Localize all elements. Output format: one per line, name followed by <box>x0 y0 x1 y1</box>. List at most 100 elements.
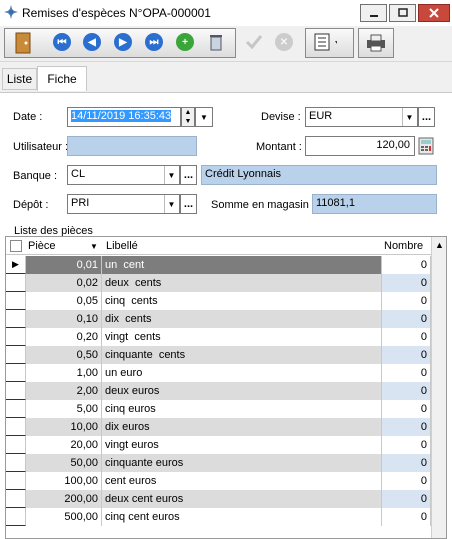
select-all-checkbox[interactable] <box>10 237 22 255</box>
grid-header: Pièce ▼ Libellé Nombre <box>6 237 446 255</box>
cell-nombre[interactable]: 0 <box>382 454 431 472</box>
cell-libelle: un cent <box>102 256 382 274</box>
cell-piece: 200,00 <box>26 490 102 508</box>
row-indicator[interactable] <box>6 274 26 292</box>
row-indicator[interactable] <box>6 364 26 382</box>
cell-piece: 0,20 <box>26 328 102 346</box>
cell-nombre[interactable]: 0 <box>382 346 431 364</box>
table-row[interactable]: 20,00 vingt euros 0 <box>6 436 431 454</box>
cell-nombre[interactable]: 0 <box>382 256 431 274</box>
row-indicator-icon[interactable]: ▶ <box>6 256 26 274</box>
cell-nombre[interactable]: 0 <box>382 472 431 490</box>
row-indicator[interactable] <box>6 472 26 490</box>
maximize-button[interactable] <box>389 4 416 22</box>
table-row[interactable]: 0,10 dix cents 0 <box>6 310 431 328</box>
tab-liste[interactable]: Liste <box>2 68 37 90</box>
utilisateur-field[interactable] <box>67 136 197 156</box>
cell-nombre[interactable]: 0 <box>382 364 431 382</box>
first-icon[interactable]: ⏮ <box>50 30 74 54</box>
devise-dropdown-icon[interactable]: ▼ <box>402 108 416 126</box>
banque-value: CL <box>71 168 86 180</box>
row-indicator[interactable] <box>6 400 26 418</box>
cell-nombre[interactable]: 0 <box>382 436 431 454</box>
minimize-button[interactable] <box>360 4 387 22</box>
row-indicator[interactable] <box>6 292 26 310</box>
column-header-piece[interactable]: Pièce <box>28 237 88 255</box>
depot-label: Dépôt : <box>13 199 49 211</box>
banque-lookup-button[interactable]: ... <box>180 165 197 185</box>
row-indicator[interactable] <box>6 508 26 526</box>
banque-dropdown-icon[interactable]: ▼ <box>164 166 178 184</box>
row-indicator[interactable] <box>6 382 26 400</box>
toolbar: ⏮ ◀ ▶ ⏭ + ✕ <box>0 26 452 62</box>
devise-lookup-button[interactable]: ... <box>418 107 435 127</box>
scroll-up-icon[interactable]: ▲ <box>435 240 444 250</box>
cell-nombre[interactable]: 0 <box>382 418 431 436</box>
table-row[interactable]: 0,20 vingt cents 0 <box>6 328 431 346</box>
cell-nombre[interactable]: 0 <box>382 310 431 328</box>
table-row[interactable]: 100,00 cent euros 0 <box>6 472 431 490</box>
table-row[interactable]: 1,00 un euro 0 <box>6 364 431 382</box>
app-icon <box>4 5 18 19</box>
row-indicator[interactable] <box>6 346 26 364</box>
add-icon[interactable]: + <box>173 30 197 54</box>
depot-lookup-button[interactable]: ... <box>180 194 197 214</box>
column-header-nombre[interactable]: Nombre <box>384 237 429 255</box>
table-row[interactable]: 0,02 deux cents 0 <box>6 274 431 292</box>
grid-scrollbar[interactable]: ▲ <box>431 237 446 538</box>
prev-icon[interactable]: ◀ <box>80 30 104 54</box>
cancel-icon[interactable]: ✕ <box>272 30 296 54</box>
cell-nombre[interactable]: 0 <box>382 508 431 526</box>
depot-dropdown-icon[interactable]: ▼ <box>164 195 178 213</box>
table-row[interactable]: ▶ 0,01 un cent 0 <box>6 256 431 274</box>
cell-nombre[interactable]: 0 <box>382 328 431 346</box>
row-indicator[interactable] <box>6 418 26 436</box>
calculator-icon[interactable] <box>417 137 435 155</box>
date-dropdown-button[interactable]: ▼ <box>195 107 213 127</box>
table-row[interactable]: 10,00 dix euros 0 <box>6 418 431 436</box>
montant-field[interactable]: 120,00 <box>305 136 415 156</box>
row-indicator[interactable] <box>6 310 26 328</box>
cell-nombre[interactable]: 0 <box>382 382 431 400</box>
door-icon[interactable] <box>11 31 35 55</box>
cell-nombre[interactable]: 0 <box>382 274 431 292</box>
date-spinner[interactable]: ▲ ▼ <box>181 107 195 127</box>
cell-nombre[interactable]: 0 <box>382 292 431 310</box>
cell-piece: 0,01 <box>26 256 102 274</box>
table-row[interactable]: 0,50 cinquante cents 0 <box>6 346 431 364</box>
devise-value: EUR <box>309 110 333 122</box>
cell-nombre[interactable]: 0 <box>382 400 431 418</box>
devise-label: Devise : <box>261 111 301 123</box>
cell-nombre[interactable]: 0 <box>382 490 431 508</box>
utilisateur-label: Utilisateur : <box>13 141 69 153</box>
table-row[interactable]: 500,00 cinq cent euros 0 <box>6 508 431 526</box>
validate-icon[interactable] <box>242 30 266 54</box>
montant-label: Montant : <box>256 141 302 153</box>
row-indicator[interactable] <box>6 328 26 346</box>
cell-libelle: vingt euros <box>102 436 382 454</box>
row-indicator[interactable] <box>6 436 26 454</box>
close-button[interactable] <box>418 4 450 22</box>
next-icon[interactable]: ▶ <box>111 30 135 54</box>
row-indicator[interactable] <box>6 490 26 508</box>
delete-icon[interactable] <box>204 30 228 54</box>
somme-field: 11081,1 <box>312 194 437 214</box>
title-bar: Remises d'espèces N°OPA-000001 <box>0 0 452 26</box>
date-field[interactable]: 14/11/2019 16:35:43 <box>67 107 181 127</box>
table-row[interactable]: 2,00 deux euros 0 <box>6 382 431 400</box>
tab-fiche[interactable]: Fiche <box>37 66 87 91</box>
cell-libelle: cinq cent euros <box>102 508 382 526</box>
column-header-libelle[interactable]: Libellé <box>106 237 306 255</box>
last-icon[interactable]: ⏭ <box>142 30 166 54</box>
table-row[interactable]: 5,00 cinq euros 0 <box>6 400 431 418</box>
table-row[interactable]: 0,05 cinq cents 0 <box>6 292 431 310</box>
table-row[interactable]: 50,00 cinquante euros 0 <box>6 454 431 472</box>
table-row[interactable]: 200,00 deux cent euros 0 <box>6 490 431 508</box>
window-title: Remises d'espèces N°OPA-000001 <box>22 6 211 20</box>
montant-value: 120,00 <box>376 139 410 151</box>
cell-libelle: dix euros <box>102 418 382 436</box>
depot-value: PRI <box>71 197 90 209</box>
row-indicator[interactable] <box>6 454 26 472</box>
list-menu-icon[interactable] <box>313 30 337 54</box>
print-icon[interactable] <box>364 30 388 54</box>
